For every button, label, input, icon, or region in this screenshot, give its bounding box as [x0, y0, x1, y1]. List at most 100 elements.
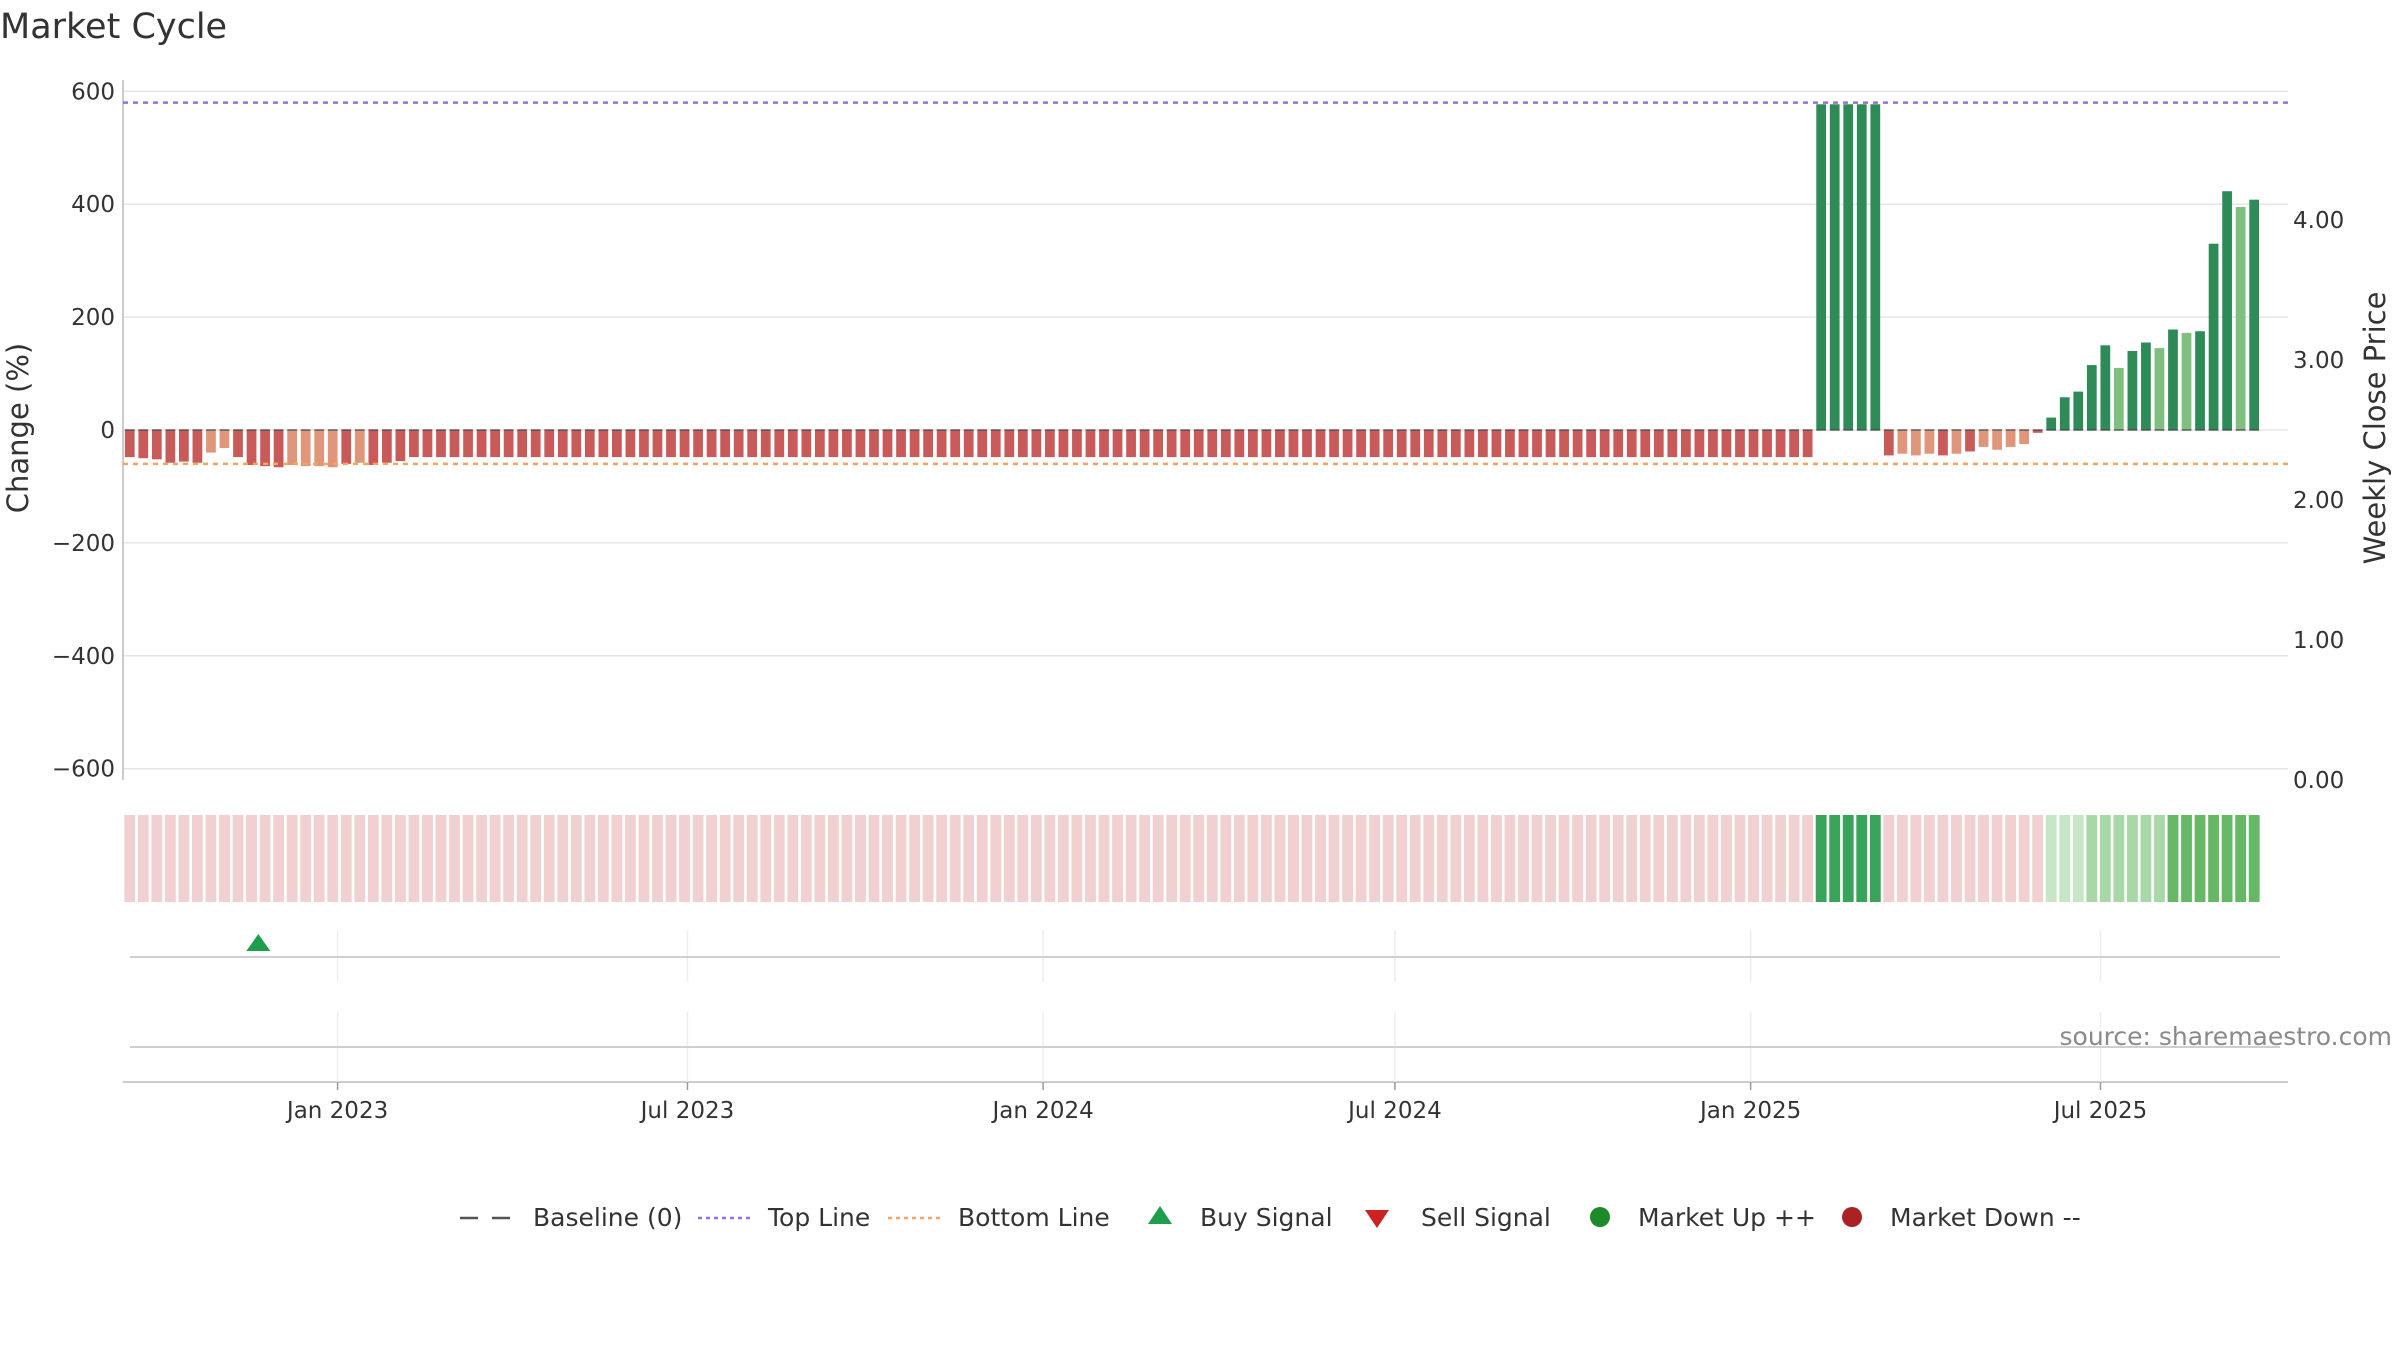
change-bar: [273, 430, 284, 468]
regime-cell: [300, 815, 312, 902]
close-marker: [138, 429, 149, 431]
close-marker: [1261, 429, 1272, 431]
regime-cell: [2045, 815, 2057, 902]
regime-cell: [2194, 815, 2206, 902]
regime-cell: [1396, 815, 1408, 902]
regime-cell: [1531, 815, 1543, 902]
regime-cell: [1896, 815, 1908, 902]
close-marker: [1247, 429, 1258, 431]
change-bar: [1586, 430, 1597, 458]
regime-cell: [773, 815, 785, 902]
close-marker: [842, 429, 852, 431]
change-bar: [1085, 430, 1096, 458]
close-marker: [1572, 429, 1583, 431]
change-bar: [869, 430, 879, 458]
regime-cell: [1315, 815, 1326, 902]
regime-cell: [597, 815, 609, 902]
regime-cell: [2113, 815, 2125, 902]
regime-cell: [408, 815, 420, 902]
regime-cell: [246, 815, 257, 902]
regime-cell: [1369, 815, 1381, 902]
close-marker: [1829, 429, 1840, 431]
regime-cell: [1626, 815, 1638, 902]
change-bars: [124, 104, 2260, 468]
close-marker: [1491, 429, 1502, 431]
change-bar: [2073, 391, 2084, 430]
change-bar: [1356, 430, 1366, 458]
regime-cell: [354, 815, 366, 902]
regime-cell: [1288, 815, 1299, 902]
change-bar: [1396, 430, 1407, 458]
regime-cell: [313, 815, 325, 902]
grid-lines: [123, 90, 2288, 770]
change-bar: [909, 430, 920, 458]
change-bar: [1545, 430, 1556, 458]
close-marker: [625, 429, 636, 431]
close-marker: [1356, 429, 1366, 431]
regime-cell: [692, 815, 704, 902]
regime-cell: [2072, 815, 2084, 902]
close-marker: [246, 429, 257, 431]
regime-cell: [2181, 815, 2192, 902]
change-bar: [625, 430, 636, 458]
regime-cell: [760, 815, 772, 902]
regime-cell: [2005, 815, 2017, 902]
regime-cell: [1058, 815, 1069, 902]
regime-cell: [273, 815, 285, 902]
regime-cell: [1355, 815, 1367, 902]
regime-cell: [746, 815, 758, 902]
regime-cell: [570, 815, 582, 902]
close-marker: [1965, 429, 1975, 431]
regime-cell: [2126, 815, 2138, 902]
change-bar: [2181, 332, 2192, 430]
close-marker: [963, 429, 974, 431]
change-bar: [639, 430, 649, 458]
change-bar: [544, 430, 555, 458]
close-marker: [381, 429, 392, 431]
close-marker: [1748, 429, 1759, 431]
change-bar: [855, 430, 866, 458]
change-bar: [1058, 430, 1069, 458]
regime-cell: [1775, 815, 1786, 902]
change-bar: [1329, 430, 1339, 458]
change-bar: [2154, 348, 2165, 430]
close-marker: [1762, 429, 1772, 431]
regime-cell: [1802, 815, 1814, 902]
y-left-tick-label: −200: [52, 531, 115, 557]
change-bar: [219, 430, 230, 449]
close-marker: [1450, 429, 1461, 431]
regime-cell: [192, 815, 203, 902]
regime-cell: [1964, 815, 1976, 902]
close-marker: [1193, 429, 1204, 431]
regime-cell: [1085, 815, 1096, 902]
close-marker: [219, 429, 230, 431]
change-bar: [260, 430, 270, 467]
regime-cell: [895, 815, 907, 902]
y-left-tick-label: 0: [100, 418, 115, 444]
change-bar: [747, 430, 758, 458]
close-marker: [1870, 429, 1881, 431]
close-marker: [1599, 429, 1610, 431]
close-marker: [1775, 429, 1786, 431]
change-bar: [341, 430, 352, 464]
change-bar: [733, 430, 744, 458]
legend-label: Baseline (0): [533, 1203, 682, 1232]
close-marker: [1951, 429, 1962, 431]
regime-cell: [1558, 815, 1570, 902]
legend-label: Buy Signal: [1200, 1203, 1333, 1232]
close-marker: [598, 429, 609, 431]
regime-cell: [1125, 815, 1137, 902]
change-bar: [706, 430, 717, 458]
close-marker: [1275, 429, 1285, 431]
regime-cell: [1518, 815, 1529, 902]
regime-cell: [394, 815, 406, 902]
close-marker: [1342, 429, 1353, 431]
regime-cell: [1044, 815, 1056, 902]
change-bar: [490, 430, 500, 458]
close-marker: [2168, 429, 2178, 431]
regime-cell: [841, 815, 853, 902]
change-bar: [1802, 430, 1813, 458]
close-marker: [2222, 429, 2232, 431]
regime-cell: [1978, 815, 1989, 902]
regime-cell: [949, 815, 961, 902]
